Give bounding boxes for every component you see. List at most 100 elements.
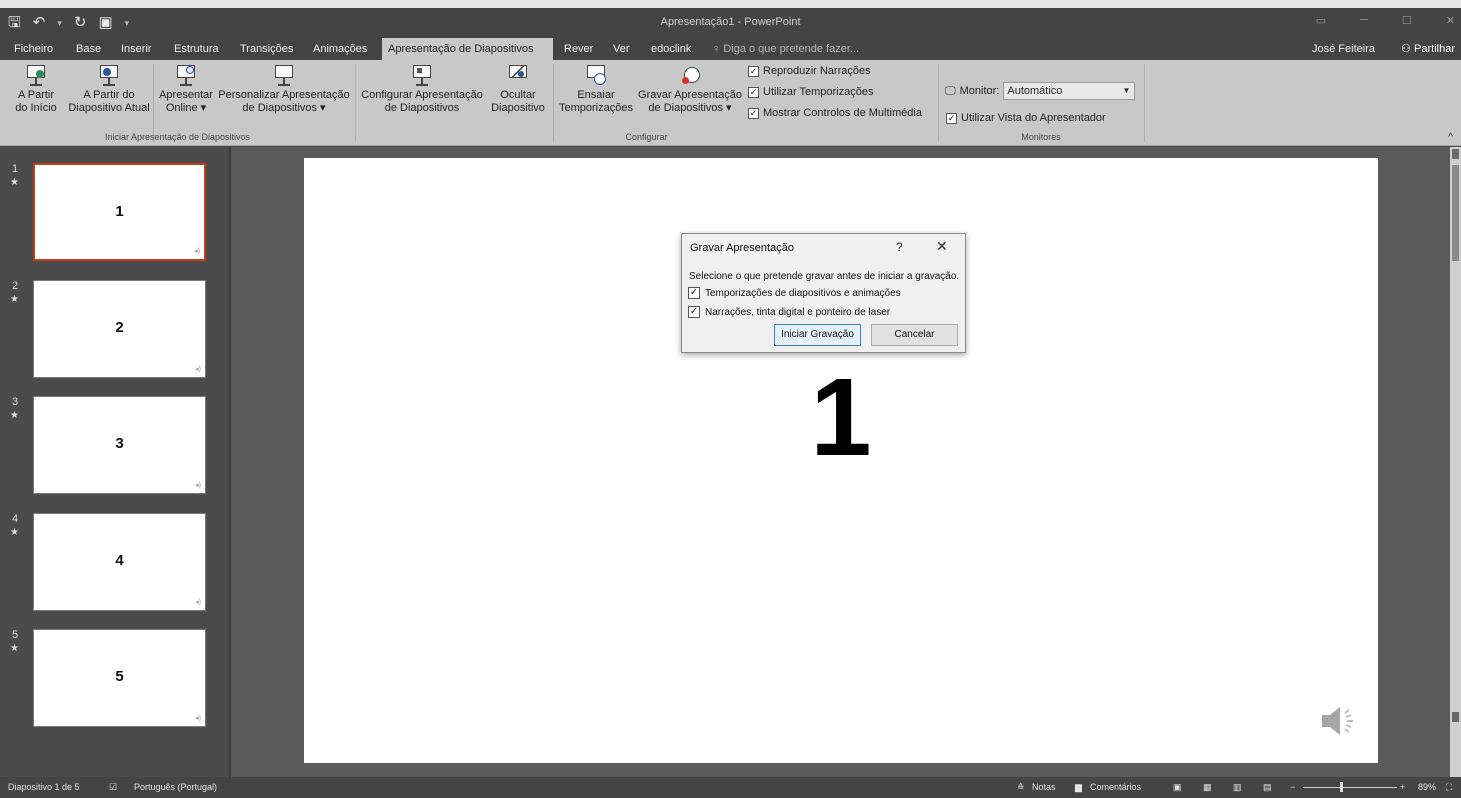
chevron-down-icon: ▼ <box>1122 86 1131 95</box>
record-show-button[interactable]: Gravar Apresentação de Diapositivos ▾ <box>636 64 744 115</box>
tab-edoclink[interactable]: edoclink <box>645 38 697 60</box>
animation-star-icon: ★ <box>10 177 19 188</box>
rehearse-label-2: Temporizações <box>559 102 633 114</box>
tab-transicoes[interactable]: Transições <box>234 38 299 60</box>
zoom-in-icon[interactable]: + <box>1400 777 1405 798</box>
minimize-icon[interactable]: ─ <box>1360 14 1368 27</box>
hide-slide-button[interactable]: Ocultar Diapositivo <box>487 64 549 115</box>
checkbox-checked-icon: ✓ <box>748 107 759 119</box>
reading-view-icon[interactable]: ▥ <box>1233 777 1242 798</box>
thumbnail-canvas[interactable]: 2 ◂) <box>33 280 206 378</box>
tab-animacoes[interactable]: Animações <box>307 38 373 60</box>
spellcheck-icon[interactable]: ☑ <box>109 777 117 798</box>
comments-button[interactable]: Comentários <box>1090 777 1141 798</box>
record-show-icon <box>679 64 701 86</box>
thumbnail-canvas[interactable]: 3 ◂) <box>33 396 206 494</box>
custom-show-button[interactable]: Personalizar Apresentação de Diapositivo… <box>216 64 352 115</box>
from-beginning-button[interactable]: A Partir do Início <box>10 64 62 115</box>
scroll-down-icon[interactable] <box>1452 712 1459 722</box>
close-icon[interactable]: ✕ <box>936 238 948 255</box>
tab-inserir[interactable]: Inserir <box>115 38 158 60</box>
tab-rever[interactable]: Rever <box>558 38 599 60</box>
show-media-controls-checkbox[interactable]: ✓ Mostrar Controlos de Multimédia <box>748 107 922 119</box>
start-from-beginning-icon[interactable]: ▣ <box>98 13 112 33</box>
notes-icon[interactable]: ≙ <box>1017 777 1025 798</box>
from-current-icon <box>98 64 120 86</box>
user-name[interactable]: José Feiteira <box>1312 38 1375 60</box>
comments-icon[interactable]: ▆ <box>1075 777 1082 798</box>
record-label-1: Gravar Apresentação <box>638 89 742 101</box>
use-timings-label: Utilizar Temporizações <box>763 86 874 98</box>
thumbnail-canvas[interactable]: 4 ◂) <box>33 513 206 611</box>
thumbnail-canvas[interactable]: 5 ◂) <box>33 629 206 727</box>
zoom-slider-track[interactable] <box>1303 787 1397 788</box>
slide-thumbnails-pane: 1 ★ 1 ◂) 2 ★ 2 ◂) 3 ★ 3 ◂) 4 ★ 4 ◂) 5 ★ … <box>0 147 229 777</box>
slide-thumbnail[interactable]: 1 ★ 1 ◂) <box>0 163 229 267</box>
slide-thumbnail[interactable]: 4 ★ 4 ◂) <box>0 513 229 617</box>
presenter-view-checkbox[interactable]: ✓ Utilizar Vista do Apresentador <box>946 112 1106 124</box>
from-current-button[interactable]: A Partir do Diapositivo Atual <box>63 64 155 115</box>
audio-icon: ◂) <box>195 599 201 606</box>
fit-slide-icon[interactable]: ⛶ <box>1446 777 1452 798</box>
custom-show-label-1: Personalizar Apresentação <box>218 89 350 101</box>
animation-star-icon: ★ <box>10 410 19 421</box>
tell-me-box[interactable]: ♀ Diga o que pretende fazer... <box>712 38 859 60</box>
tab-estrutura[interactable]: Estrutura <box>168 38 225 60</box>
slide-thumbnail[interactable]: 2 ★ 2 ◂) <box>0 280 229 384</box>
undo-dropdown-icon[interactable]: ▾ <box>57 13 62 33</box>
from-beginning-icon <box>25 64 47 86</box>
present-online-button[interactable]: Apresentar Online ▾ <box>156 64 216 115</box>
slide-sorter-icon[interactable]: ▦ <box>1203 777 1212 798</box>
cancel-button[interactable]: Cancelar <box>871 324 958 346</box>
group-label-monitors: Monitores <box>1021 132 1061 142</box>
timings-option-label: Temporizações de diapositivos e animaçõe… <box>705 287 901 299</box>
close-window-icon[interactable]: ✕ <box>1446 14 1455 27</box>
maximize-icon[interactable]: ☐ <box>1402 14 1412 27</box>
undo-icon[interactable]: ↶ <box>33 13 46 33</box>
play-narrations-checkbox[interactable]: ✓ Reproduzir Narrações <box>748 65 871 77</box>
redo-icon[interactable]: ↻ <box>74 13 87 33</box>
setup-show-button[interactable]: Configurar Apresentação de Diapositivos <box>358 64 486 115</box>
thumbnail-canvas[interactable]: 1 ◂) <box>33 163 206 261</box>
normal-view-icon[interactable]: ▣ <box>1173 777 1182 798</box>
tab-ficheiro[interactable]: Ficheiro <box>8 38 59 60</box>
notes-button[interactable]: Notas <box>1032 777 1056 798</box>
zoom-out-icon[interactable]: − <box>1290 777 1295 798</box>
slide-counter: Diapositivo 1 de 5 <box>8 782 80 792</box>
monitor-dropdown[interactable]: Automático ▼ <box>1003 82 1136 100</box>
slide-title[interactable]: 1 <box>304 358 1378 478</box>
custom-show-icon <box>273 64 295 86</box>
setup-show-label-2: de Diapositivos <box>384 102 460 114</box>
tab-apresentacao[interactable]: Apresentação de Diapositivos <box>382 38 553 60</box>
audio-speaker-icon[interactable] <box>1318 701 1358 741</box>
zoom-level[interactable]: 89% <box>1418 777 1436 798</box>
rehearse-timings-button[interactable]: Ensaiar Temporizações <box>556 64 636 115</box>
save-icon[interactable]: 🖫 <box>8 13 21 33</box>
slide-thumbnail[interactable]: 3 ★ 3 ◂) <box>0 396 229 500</box>
scrollbar-thumb[interactable] <box>1452 165 1459 261</box>
collapse-ribbon-icon[interactable]: ^ <box>1448 132 1453 143</box>
ribbon-tabs: Ficheiro Base Inserir Estrutura Transiçõ… <box>0 38 1461 60</box>
scroll-up-icon[interactable] <box>1452 149 1459 159</box>
window-controls: ▭ ─ ☐ ✕ <box>1316 14 1455 27</box>
monitor-label: Monitor: <box>959 85 1000 97</box>
timings-checkbox[interactable]: ✓ Temporizações de diapositivos e animaç… <box>688 287 901 299</box>
tab-ver[interactable]: Ver <box>607 38 636 60</box>
from-current-label-1: A Partir do <box>83 89 135 101</box>
animation-star-icon: ★ <box>10 527 19 538</box>
customize-qat-icon[interactable]: ▾ <box>125 13 130 33</box>
start-recording-button[interactable]: Iniciar Gravação <box>774 324 861 346</box>
narrations-checkbox[interactable]: ✓ Narrações, tinta digital e ponteiro de… <box>688 306 890 318</box>
tab-base[interactable]: Base <box>70 38 107 60</box>
share-button[interactable]: ⚇ Partilhar <box>1401 38 1455 60</box>
ribbon-display-options-icon[interactable]: ▭ <box>1316 14 1326 27</box>
slideshow-view-icon[interactable]: ▤ <box>1263 777 1272 798</box>
use-timings-checkbox[interactable]: ✓ Utilizar Temporizações <box>748 86 873 98</box>
zoom-slider-knob[interactable] <box>1340 782 1343 792</box>
language-indicator[interactable]: Português (Portugal) <box>134 777 217 798</box>
slide-number: 5 <box>12 629 19 641</box>
thumbnail-title: 3 <box>115 435 124 452</box>
help-icon[interactable]: ? <box>896 240 903 254</box>
vertical-scrollbar[interactable] <box>1450 147 1461 777</box>
slide-thumbnail[interactable]: 5 ★ 5 ◂) <box>0 629 229 733</box>
